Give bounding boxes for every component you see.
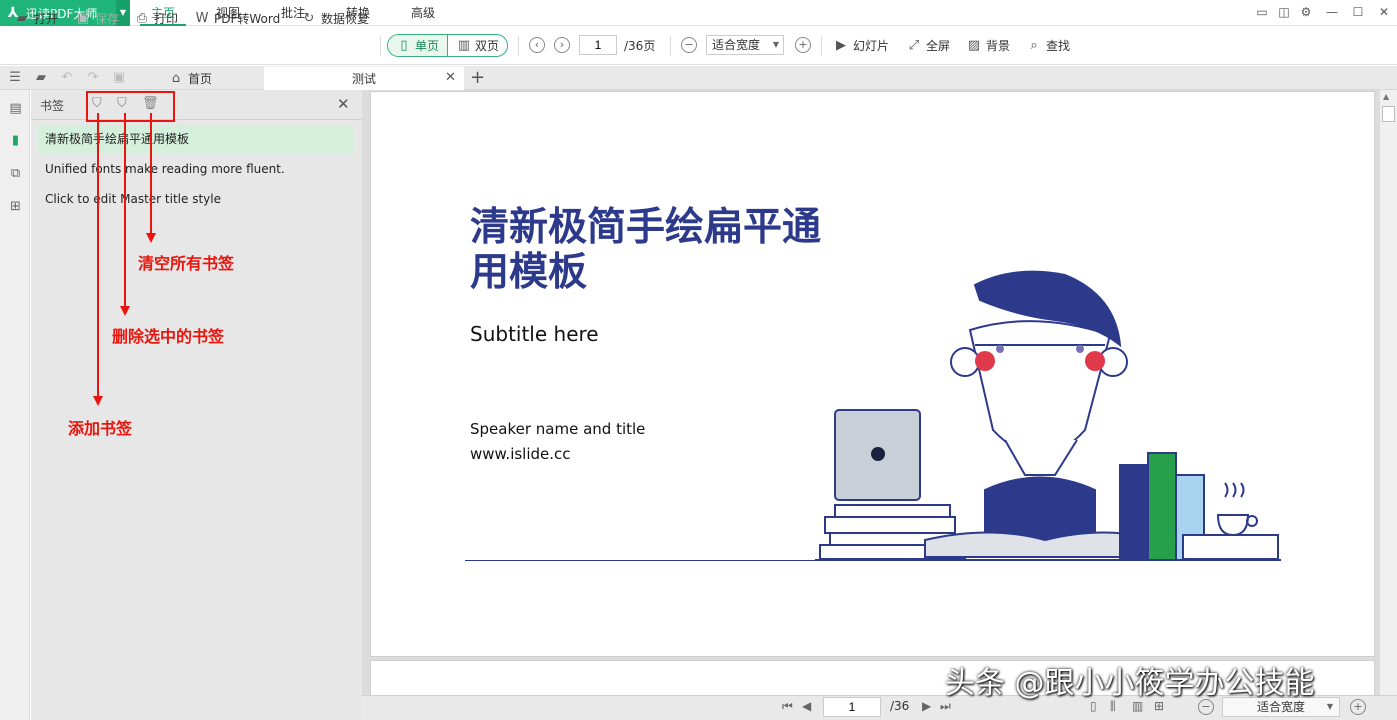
redo-icon[interactable]: ↷ [85, 70, 101, 86]
vertical-scrollbar[interactable]: ▲ [1380, 90, 1397, 695]
next-page-button[interactable]: ▶ [922, 699, 931, 713]
toolbar [0, 27, 1397, 65]
scrollbar-thumb[interactable] [1382, 106, 1395, 122]
single-page-button[interactable]: ▯ 单页 [388, 35, 448, 56]
feedback-icon[interactable]: ▭ [1252, 3, 1272, 21]
character-illustration [815, 270, 1281, 561]
annotation-clear: 清空所有书签 [138, 254, 235, 273]
fullscreen-button[interactable]: ⤢ 全屏 [906, 36, 950, 56]
slideshow-button[interactable]: ▶ 幻灯片 [833, 36, 889, 56]
bookmark-item[interactable]: Unified fonts make reading more fluent. [38, 155, 354, 183]
sidebar-toggle-icon[interactable]: ☰ [7, 70, 23, 86]
page-total: /36页 [624, 39, 656, 53]
bookmark-item[interactable]: Click to edit Master title style [38, 185, 354, 213]
divider [670, 36, 671, 56]
home-icon: ⌂ [171, 70, 181, 86]
bookmark-icon[interactable]: ▮ [7, 132, 24, 149]
background-icon: ▨ [967, 38, 981, 53]
tab-doc[interactable]: 测试 [264, 67, 464, 90]
zoom-select[interactable]: 适合宽度 ▼ [706, 35, 784, 55]
divider [380, 36, 381, 56]
pages-icon[interactable]: ⧉ [7, 165, 24, 182]
close-panel-button[interactable]: ✕ [337, 95, 350, 113]
maximize-button[interactable]: ☐ [1348, 3, 1368, 21]
pdf-to-word-button[interactable]: W PDF转Word [194, 9, 281, 29]
printer-icon: ⎙ [136, 11, 148, 26]
prev-page-button[interactable]: ‹ [529, 37, 545, 53]
print-button[interactable]: ⎙ 打印 [134, 9, 178, 29]
annotation-arrowhead [146, 233, 156, 243]
save-icon[interactable]: ▣ [111, 70, 127, 86]
convert-icon[interactable]: ⊞ [7, 198, 24, 215]
save-button[interactable]: ▣ 保存 [75, 9, 119, 29]
add-tab-button[interactable]: + [470, 67, 485, 88]
settings-icon[interactable]: ⚙ [1296, 3, 1316, 21]
find-button[interactable]: ⌕ 查找 [1026, 36, 1070, 56]
undo-icon[interactable]: ↶ [59, 70, 75, 86]
slide-subtitle: Subtitle here [470, 322, 599, 346]
annotation-highlight-box [86, 91, 175, 122]
double-page-button[interactable]: ▥ 双页 [448, 35, 507, 56]
slide-baseline [465, 560, 823, 561]
panel-title: 书签 [40, 99, 65, 113]
zoom-in-button[interactable]: + [1350, 699, 1366, 715]
first-page-button[interactable]: ⏮ [782, 699, 793, 714]
background-button[interactable]: ▨ 背景 [966, 36, 1010, 56]
annotation-arrow [97, 113, 99, 396]
thumbnails-icon[interactable]: ▤ [7, 100, 24, 117]
refresh-icon: ↻ [303, 11, 315, 26]
scroll-up-arrow[interactable]: ▲ [1383, 92, 1389, 101]
recover-button[interactable]: ↻ 数据恢复 [301, 9, 369, 29]
skin-icon[interactable]: ◫ [1274, 3, 1294, 21]
double-page-icon: ▥ [457, 37, 471, 53]
view-toggle: ▯ 单页 ▥ 双页 [387, 34, 508, 57]
status-page-input[interactable] [823, 697, 881, 717]
status-page-total: /36 [890, 699, 910, 713]
prev-page-button[interactable]: ◀ [802, 699, 811, 713]
save-icon: ▣ [76, 11, 90, 26]
annotation-delete: 删除选中的书签 [112, 327, 225, 346]
camera-icon [871, 447, 885, 461]
next-page-button[interactable]: › [554, 37, 570, 53]
close-window-button[interactable]: ✕ [1374, 3, 1394, 21]
slide-speaker: Speaker name and title [470, 420, 646, 438]
annotation-arrow [150, 113, 152, 233]
bookmark-item[interactable]: 清新极简手绘扁平通用模板 [38, 125, 354, 153]
minimize-button[interactable]: — [1322, 3, 1342, 21]
divider [821, 36, 822, 56]
left-icon-strip [0, 90, 30, 720]
watermark: 头条 @跟小小筱学办公技能 [945, 666, 1315, 701]
page-number-input[interactable] [579, 35, 617, 55]
zoom-in-button[interactable]: + [795, 37, 811, 53]
annotation-arrowhead [120, 306, 130, 316]
divider [518, 36, 519, 56]
bookmark-panel-header [31, 90, 362, 120]
annotation-arrow [124, 113, 126, 306]
annotation-arrowhead [93, 396, 103, 406]
annotation-add: 添加书签 [68, 419, 133, 438]
close-icon[interactable]: ✕ [445, 70, 456, 85]
chevron-down-icon: ▼ [1326, 702, 1333, 711]
chevron-down-icon: ▼ [772, 40, 779, 49]
search-icon: ⌕ [1030, 38, 1038, 53]
tab-home[interactable]: ⌂ 首页 [160, 67, 260, 90]
slide-title: 清新极简手绘扁平通 用模板 [470, 204, 822, 295]
zoom-out-button[interactable]: − [681, 37, 697, 53]
slideshow-icon: ▶ [836, 38, 846, 53]
fullscreen-icon: ⤢ [908, 38, 920, 53]
folder-icon[interactable]: ▰ [33, 70, 49, 86]
single-page-icon: ▯ [400, 37, 408, 53]
word-icon: W [195, 11, 209, 26]
slide-url: www.islide.cc [470, 445, 571, 463]
menu-advanced[interactable]: 高级 [400, 0, 446, 26]
open-button[interactable]: ▰ 打开 [14, 9, 58, 29]
folder-open-icon: ▰ [17, 11, 27, 26]
